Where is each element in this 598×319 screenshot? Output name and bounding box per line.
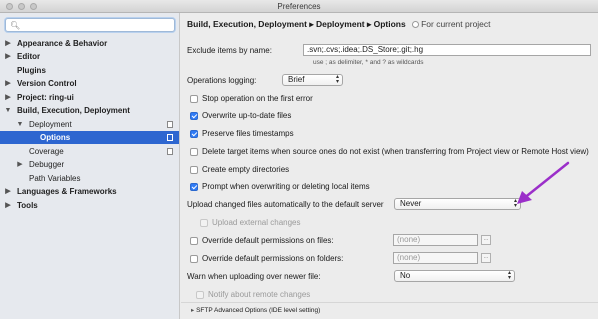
window-title: Preferences — [277, 2, 321, 11]
checkbox-box[interactable] — [190, 130, 198, 138]
chevron-updown-icon: ▴ ▾ — [507, 270, 511, 281]
sidebar-item-label: Plugins — [17, 66, 46, 75]
sidebar-item-label: Path Variables — [29, 174, 81, 183]
breadcrumb-text: Build, Execution, Deployment ▸ Deploymen… — [187, 19, 406, 29]
chevron-right-icon: ▶ — [17, 161, 23, 168]
checkbox-box[interactable] — [190, 255, 198, 263]
sidebar-item-label: Coverage — [29, 147, 64, 156]
sidebar-item-label: Languages & Frameworks — [17, 187, 117, 196]
chevron-down-icon: ▼ — [4, 107, 12, 114]
project-scope-icon — [412, 21, 420, 28]
sidebar-item-label: Tools — [17, 201, 38, 210]
checkbox-label: Delete target items when source ones do … — [202, 147, 589, 156]
title-bar: Preferences — [0, 0, 598, 13]
sidebar-item-languages-frameworks[interactable]: ▶ Languages & Frameworks — [0, 185, 179, 198]
sidebar-item-label: Version Control — [17, 79, 77, 88]
sidebar-item-coverage[interactable]: Coverage — [0, 145, 179, 158]
checkbox-label: Create empty directories — [202, 165, 290, 174]
breadcrumb: Build, Execution, Deployment ▸ Deploymen… — [187, 19, 491, 30]
browse-files-button[interactable]: ... — [481, 235, 491, 245]
sidebar-item-project[interactable]: ▶ Project: ring-ui — [0, 91, 179, 104]
settings-search-input[interactable]: 🔍︎ — [5, 18, 175, 32]
project-scope-icon — [167, 134, 173, 141]
close-window-button[interactable] — [6, 3, 13, 10]
chevron-right-icon: ▶ — [5, 40, 11, 47]
exclude-items-input[interactable]: .svn;.cvs;.idea;.DS_Store;.git;.hg — [303, 44, 591, 56]
zoom-window-button[interactable] — [30, 3, 37, 10]
search-icon: 🔍︎ — [10, 21, 21, 30]
sidebar-item-label: Project: ring-ui — [17, 93, 74, 102]
warn-uploading-value: No — [400, 271, 411, 280]
chevron-right-icon: ▶ — [5, 80, 11, 87]
override-folders-input[interactable]: (none) — [393, 252, 478, 264]
checkbox-box[interactable] — [200, 219, 208, 227]
project-note-text: For current project — [421, 19, 491, 29]
chevron-updown-icon: ▴ ▾ — [335, 74, 339, 85]
checkbox-label: Overwrite up-to-date files — [202, 111, 292, 120]
chevron-right-icon: ▶ — [5, 53, 11, 60]
sftp-advanced-options[interactable]: ▸ SFTP Advanced Options (IDE level setti… — [191, 306, 320, 314]
checkbox-label: Preserve files timestamps — [202, 129, 294, 138]
sidebar-item-debugger[interactable]: ▶ Debugger — [0, 158, 179, 171]
sidebar-item-label: Editor — [17, 52, 41, 61]
sidebar-item-label: Debugger — [29, 160, 65, 169]
chevron-right-icon: ▶ — [5, 202, 11, 209]
sidebar-item-version-control[interactable]: ▶ Version Control — [0, 77, 179, 90]
override-files-input[interactable]: (none) — [393, 234, 478, 246]
sidebar-item-tools[interactable]: ▶ Tools — [0, 199, 179, 212]
sftp-advanced-label: SFTP Advanced Options (IDE level setting… — [196, 307, 321, 314]
chevron-right-icon: ▶ — [5, 188, 11, 195]
operations-logging-value: Brief — [288, 75, 305, 84]
project-note: For current project — [408, 19, 491, 29]
checkbox-label: Upload external changes — [212, 218, 301, 227]
sidebar-item-build-execution-deployment[interactable]: ▼ Build, Execution, Deployment — [0, 104, 179, 117]
settings-sidebar: 🔍︎ ▶ Appearance & Behavior ▶ Editor Plug… — [0, 13, 180, 319]
annotation-arrow-icon — [517, 161, 570, 204]
chevron-right-icon: ▶ — [5, 94, 11, 101]
sidebar-item-label: Build, Execution, Deployment — [17, 106, 130, 115]
checkbox-box[interactable] — [190, 166, 198, 174]
sidebar-item-deployment[interactable]: ▼ Deployment — [0, 118, 179, 131]
minimize-window-button[interactable] — [18, 3, 25, 10]
warn-uploading-select[interactable]: No ▴ ▾ — [394, 270, 515, 282]
settings-content: Build, Execution, Deployment ▸ Deploymen… — [181, 13, 598, 319]
checkbox-box[interactable] — [190, 112, 198, 120]
operations-logging-select[interactable]: Brief ▴ ▾ — [282, 74, 343, 86]
project-scope-icon — [167, 148, 173, 155]
sidebar-item-label: Options — [40, 133, 71, 142]
checkbox-box[interactable] — [190, 148, 198, 156]
exclude-items-hint: use ; as delimiter, * and ? as wildcards — [313, 59, 424, 66]
browse-folders-button[interactable]: ... — [481, 253, 491, 263]
sidebar-item-label: Deployment — [29, 120, 72, 129]
checkbox-label: Stop operation on the first error — [202, 94, 313, 103]
project-scope-icon — [167, 121, 173, 128]
checkbox-label: Override default permissions on folders: — [202, 254, 344, 263]
upload-changed-select[interactable]: Never ▴ ▾ — [394, 198, 521, 210]
upload-changed-label: Upload changed files automatically to th… — [187, 200, 384, 209]
checkbox-box[interactable] — [190, 183, 198, 191]
checkbox-box[interactable] — [196, 291, 204, 299]
checkbox-box[interactable] — [190, 237, 198, 245]
checkbox-label: Prompt when overwriting or deleting loca… — [202, 182, 370, 191]
sidebar-item-options[interactable]: Options — [0, 131, 179, 144]
checkbox-label: Override default permissions on files: — [202, 236, 334, 245]
exclude-items-label: Exclude items by name: — [187, 46, 272, 55]
sidebar-item-label: Appearance & Behavior — [17, 39, 108, 48]
sidebar-item-appearance[interactable]: ▶ Appearance & Behavior — [0, 37, 179, 50]
warn-uploading-label: Warn when uploading over newer file: — [187, 272, 321, 281]
checkbox-label: Notify about remote changes — [208, 290, 311, 299]
sidebar-item-plugins[interactable]: Plugins — [0, 64, 179, 77]
operations-logging-label: Operations logging: — [187, 76, 257, 85]
chevron-down-icon: ▼ — [16, 121, 24, 128]
sidebar-item-path-variables[interactable]: Path Variables — [0, 172, 179, 185]
checkbox-box[interactable] — [190, 95, 198, 103]
divider — [181, 302, 598, 303]
sidebar-item-editor[interactable]: ▶ Editor — [0, 50, 179, 63]
upload-changed-value: Never — [400, 199, 422, 208]
